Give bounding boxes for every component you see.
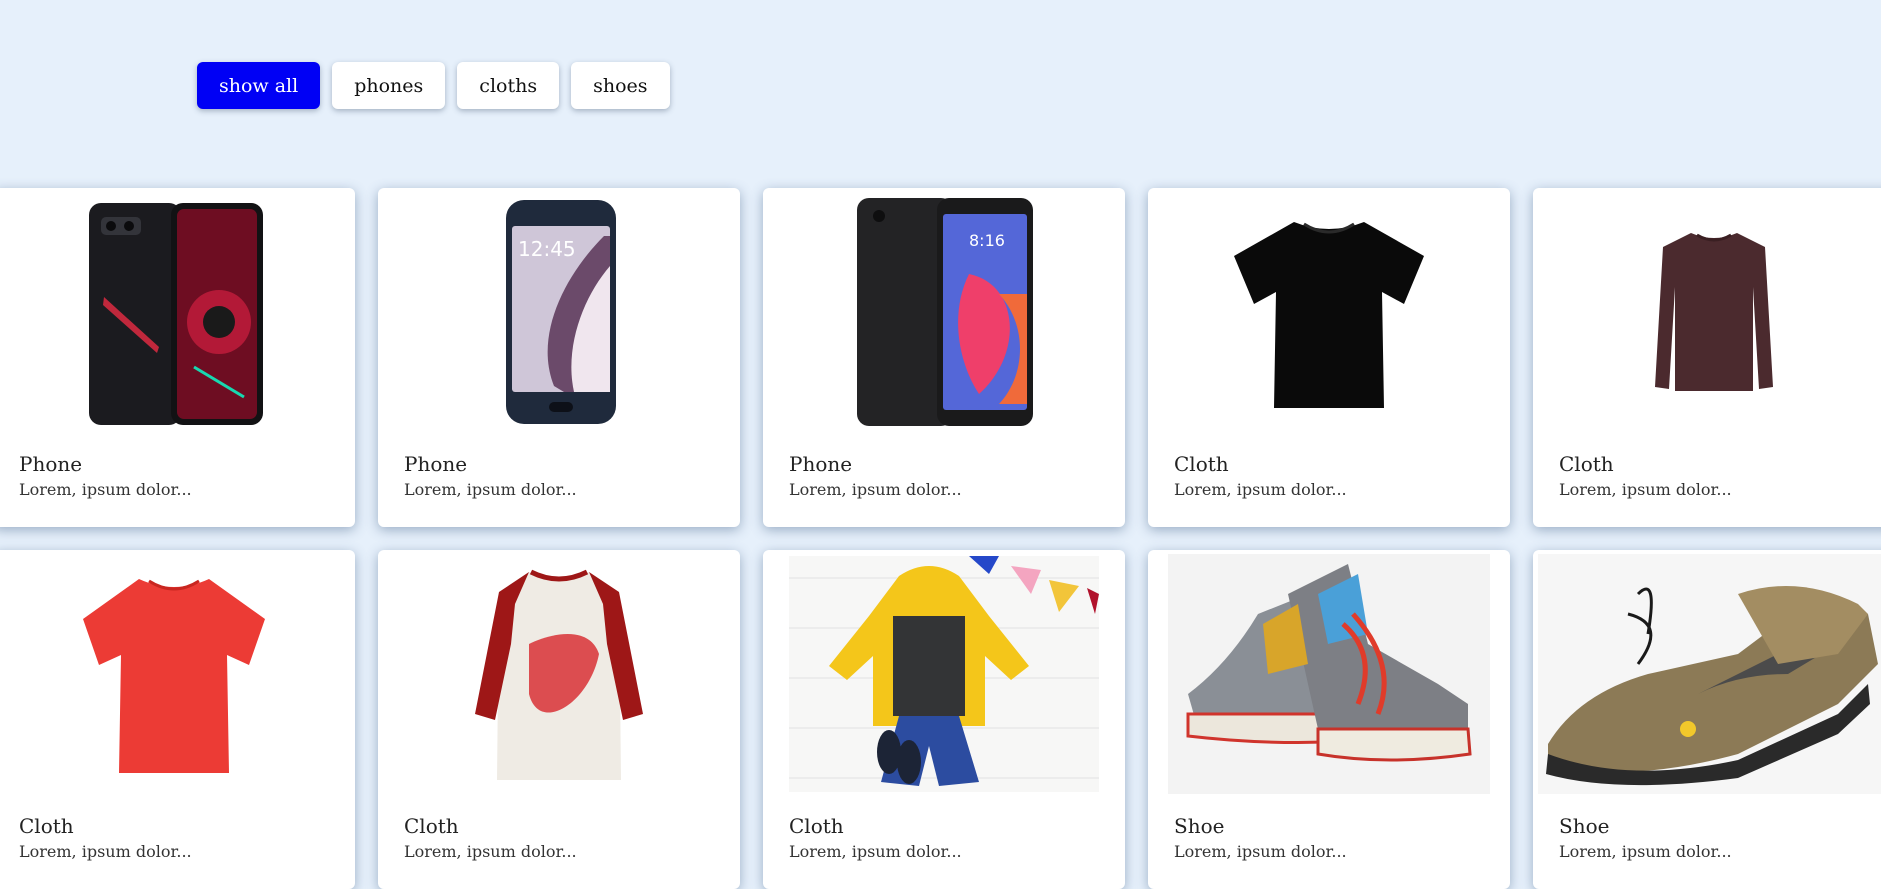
filter-phones-button[interactable]: phones <box>332 62 446 109</box>
sneakers-icon <box>1148 554 1510 794</box>
product-card[interactable]: 12:45 Phone Lorem, ipsum dolor... <box>378 188 740 527</box>
filter-show-all-button[interactable]: show all <box>197 62 321 109</box>
product-description: Lorem, ipsum dolor... <box>404 842 577 861</box>
product-description: Lorem, ipsum dolor... <box>19 842 192 861</box>
product-title: Cloth <box>789 814 844 838</box>
product-title: Phone <box>19 452 83 476</box>
product-title: Cloth <box>19 814 74 838</box>
product-title: Phone <box>789 452 853 476</box>
hiking-shoes-icon <box>1533 554 1881 794</box>
samsung-phone-icon: 12:45 <box>378 192 740 432</box>
filter-cloths-button[interactable]: cloths <box>457 62 560 109</box>
svg-text:12:45: 12:45 <box>518 237 576 261</box>
product-description: Lorem, ipsum dolor... <box>789 480 962 499</box>
product-description: Lorem, ipsum dolor... <box>1559 480 1732 499</box>
filter-bar: show all phones cloths shoes <box>197 62 670 109</box>
kids-outfit-icon <box>763 554 1125 794</box>
product-card[interactable]: Shoe Lorem, ipsum dolor... <box>1148 550 1510 889</box>
product-title: Cloth <box>1559 452 1614 476</box>
product-title: Cloth <box>1174 452 1229 476</box>
redmi-phone-icon: 8:16 <box>763 192 1125 432</box>
product-card[interactable]: Cloth Lorem, ipsum dolor... <box>378 550 740 889</box>
raglan-shirt-icon <box>378 554 740 794</box>
product-title: Phone <box>404 452 468 476</box>
black-tshirt-icon <box>1148 192 1510 432</box>
product-description: Lorem, ipsum dolor... <box>1174 480 1347 499</box>
product-card[interactable]: Cloth Lorem, ipsum dolor... <box>1533 188 1881 527</box>
product-card[interactable]: 8:16 Phone Lorem, ipsum dolor... <box>763 188 1125 527</box>
product-card[interactable]: Shoe Lorem, ipsum dolor... <box>1533 550 1881 889</box>
svg-text:8:16: 8:16 <box>969 231 1005 250</box>
product-grid: Phone Lorem, ipsum dolor... 12:45 Phone … <box>0 188 1881 889</box>
product-card[interactable]: Cloth Lorem, ipsum dolor... <box>1148 188 1510 527</box>
product-title: Cloth <box>404 814 459 838</box>
gaming-phone-icon <box>0 192 355 432</box>
red-tshirt-icon <box>0 554 355 794</box>
product-title: Shoe <box>1559 814 1610 838</box>
filter-shoes-button[interactable]: shoes <box>571 62 670 109</box>
product-description: Lorem, ipsum dolor... <box>1174 842 1347 861</box>
maroon-sweater-icon <box>1533 192 1881 432</box>
product-card[interactable]: Phone Lorem, ipsum dolor... <box>0 188 355 527</box>
product-description: Lorem, ipsum dolor... <box>404 480 577 499</box>
product-card[interactable]: Cloth Lorem, ipsum dolor... <box>763 550 1125 889</box>
product-title: Shoe <box>1174 814 1225 838</box>
product-description: Lorem, ipsum dolor... <box>1559 842 1732 861</box>
product-card[interactable]: Cloth Lorem, ipsum dolor... <box>0 550 355 889</box>
product-description: Lorem, ipsum dolor... <box>789 842 962 861</box>
product-description: Lorem, ipsum dolor... <box>19 480 192 499</box>
